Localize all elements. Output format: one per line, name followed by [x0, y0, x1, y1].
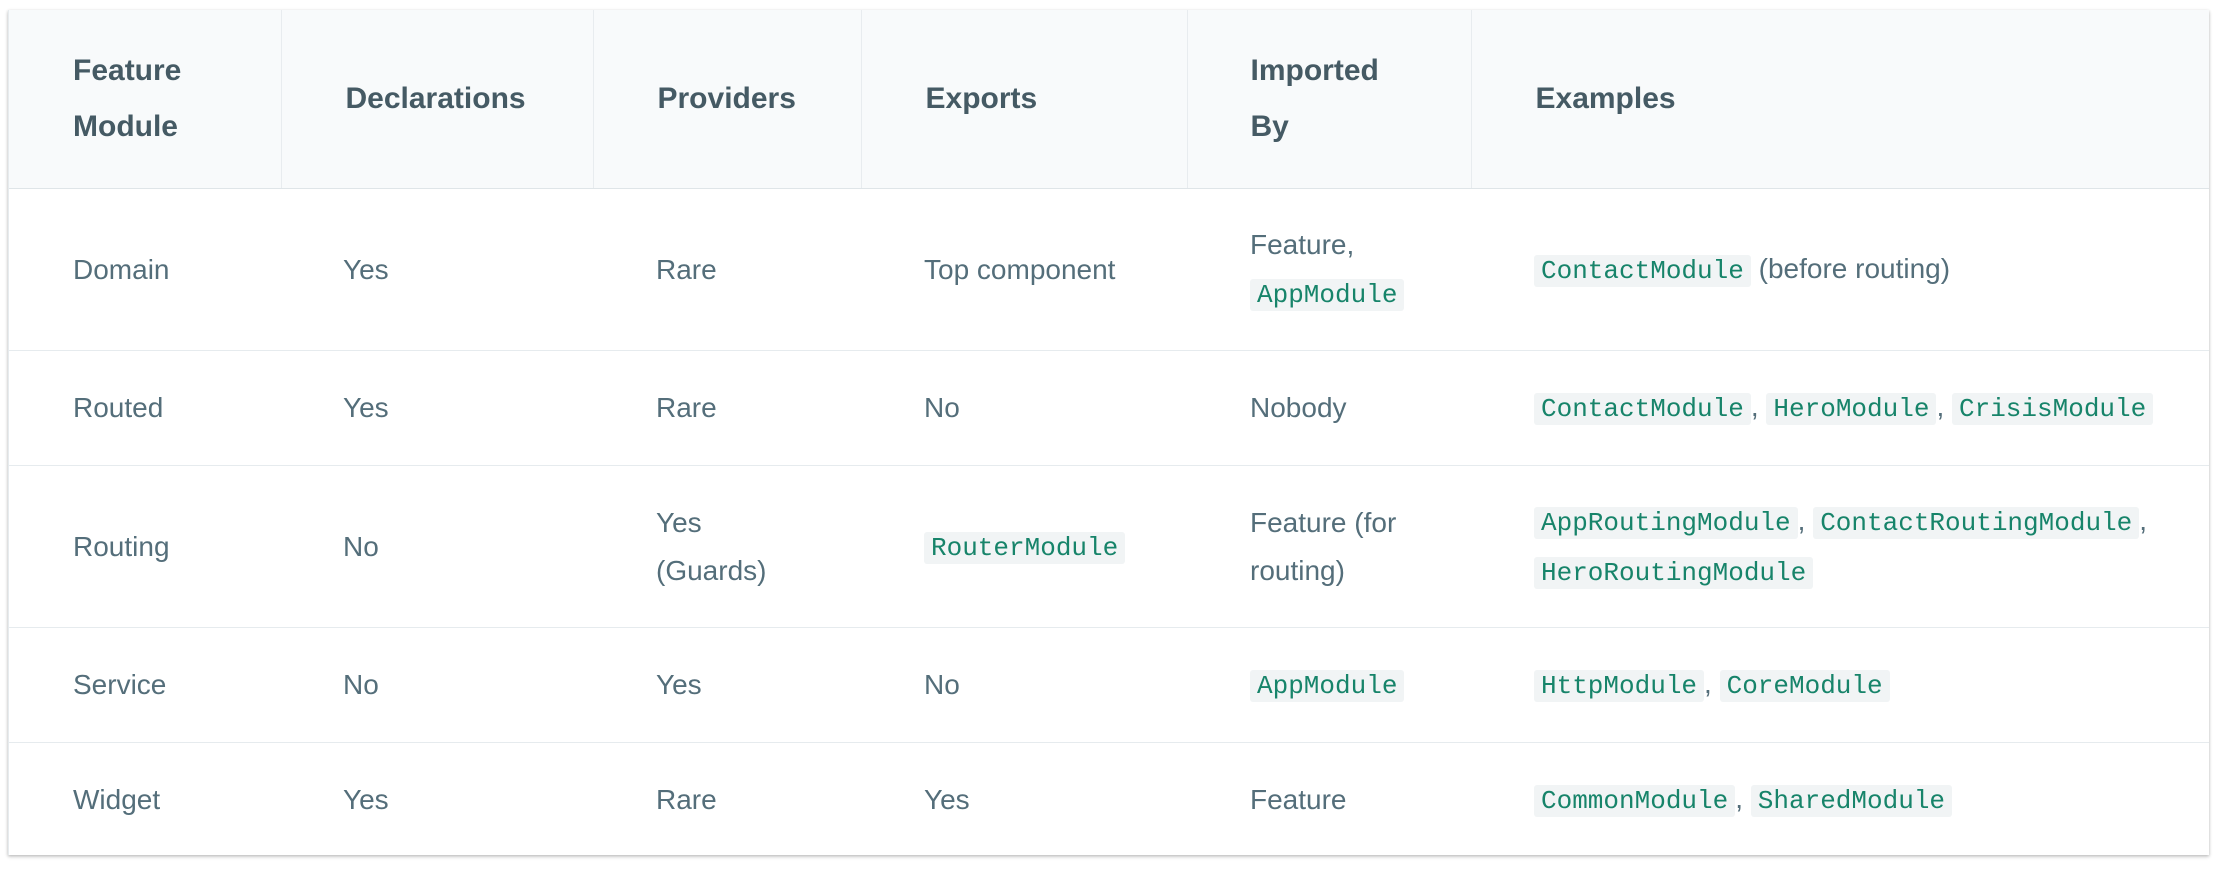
cell-examples: CommonModule, SharedModule: [1471, 743, 2209, 856]
cell-feature-module: Routed: [9, 350, 281, 466]
table-row: Domain Yes Rare Top component Feature, Ap…: [9, 188, 2209, 351]
cell-declarations: No: [281, 465, 593, 628]
cell-imported-by: Nobody: [1187, 350, 1471, 466]
code-snippet: AppModule: [1250, 278, 1405, 311]
code-snippet: AppModule: [1250, 670, 1405, 702]
cell-feature-module: Domain: [9, 188, 281, 351]
table-row: Widget Yes Rare Yes Feature CommonModule…: [9, 743, 2209, 856]
cell-declarations: Yes: [281, 350, 593, 466]
cell-providers: Rare: [593, 188, 861, 351]
code-snippet: CommonModule: [1534, 785, 1736, 817]
cell-imported-by: AppModule: [1187, 627, 1471, 743]
cell-feature-module: Routing: [9, 465, 281, 628]
code-snippet: SharedModule: [1750, 785, 1953, 817]
code-snippet: CrisisModule: [1952, 393, 2154, 425]
feature-module-table: Feature Module Declarations Providers Exp…: [8, 10, 2209, 855]
code-snippet: ContactModule: [1534, 393, 1751, 425]
table-row: Service No Yes No AppModule HttpModule, …: [9, 627, 2209, 743]
cell-providers: Yes: [593, 627, 861, 743]
code-snippet: HeroRoutingModule: [1534, 556, 1814, 589]
table: Feature Module Declarations Providers Exp…: [9, 10, 2209, 855]
cell-imported-by: Feature (for routing): [1187, 465, 1471, 628]
cell-examples: HttpModule, CoreModule: [1471, 627, 2209, 743]
code-snippet: RouterModule: [924, 531, 1126, 564]
code-snippet: ContactModule: [1534, 254, 1751, 287]
table-row: Routed Yes Rare No Nobody ContactModule,…: [9, 350, 2209, 466]
header-examples: Examples: [1471, 10, 2209, 189]
cell-providers: Yes (Guards): [593, 465, 861, 628]
cell-declarations: Yes: [343, 784, 389, 815]
code-snippet: HttpModule: [1534, 670, 1705, 702]
code-snippet: HeroModule: [1766, 393, 1937, 425]
header-exports: Exports: [861, 10, 1188, 189]
cell-providers: Rare: [593, 350, 861, 466]
header-feature-module: Feature Module: [9, 10, 282, 189]
table-row: Routing No Yes (Guards) RouterModule Feat…: [9, 465, 2209, 628]
table-header-row: Feature Module Declarations Providers Exp…: [9, 10, 2209, 189]
cell-examples: ContactModule, HeroModule, CrisisModule: [1471, 350, 2209, 466]
header-imported-by: Imported By: [1187, 10, 1472, 189]
header-declarations: Declarations: [281, 10, 594, 189]
cell-exports: Top component: [861, 188, 1187, 351]
cell-declarations: No: [281, 627, 593, 743]
cell-exports: Yes: [924, 784, 970, 815]
cell-exports: No: [861, 627, 1187, 743]
cell-feature-module: Service: [9, 627, 281, 743]
cell-declarations: Yes: [281, 188, 593, 351]
cell-examples: ContactModule (before routing): [1471, 188, 2209, 351]
cell-imported-by: Feature, AppModule: [1187, 188, 1471, 351]
cell-exports: No: [861, 350, 1187, 466]
header-providers: Providers: [593, 10, 862, 189]
cell-imported-by: Feature: [1250, 784, 1347, 815]
cell-examples: AppRoutingModule, ContactRoutingModule, H…: [1471, 465, 2209, 628]
code-snippet: AppRoutingModule: [1534, 506, 1798, 539]
code-snippet: CoreModule: [1719, 670, 1890, 702]
cell-feature-module: Widget: [73, 784, 161, 815]
cell-providers: Rare: [656, 784, 717, 815]
code-snippet: ContactRoutingModule: [1813, 506, 2140, 539]
cell-exports: RouterModule: [861, 465, 1187, 628]
